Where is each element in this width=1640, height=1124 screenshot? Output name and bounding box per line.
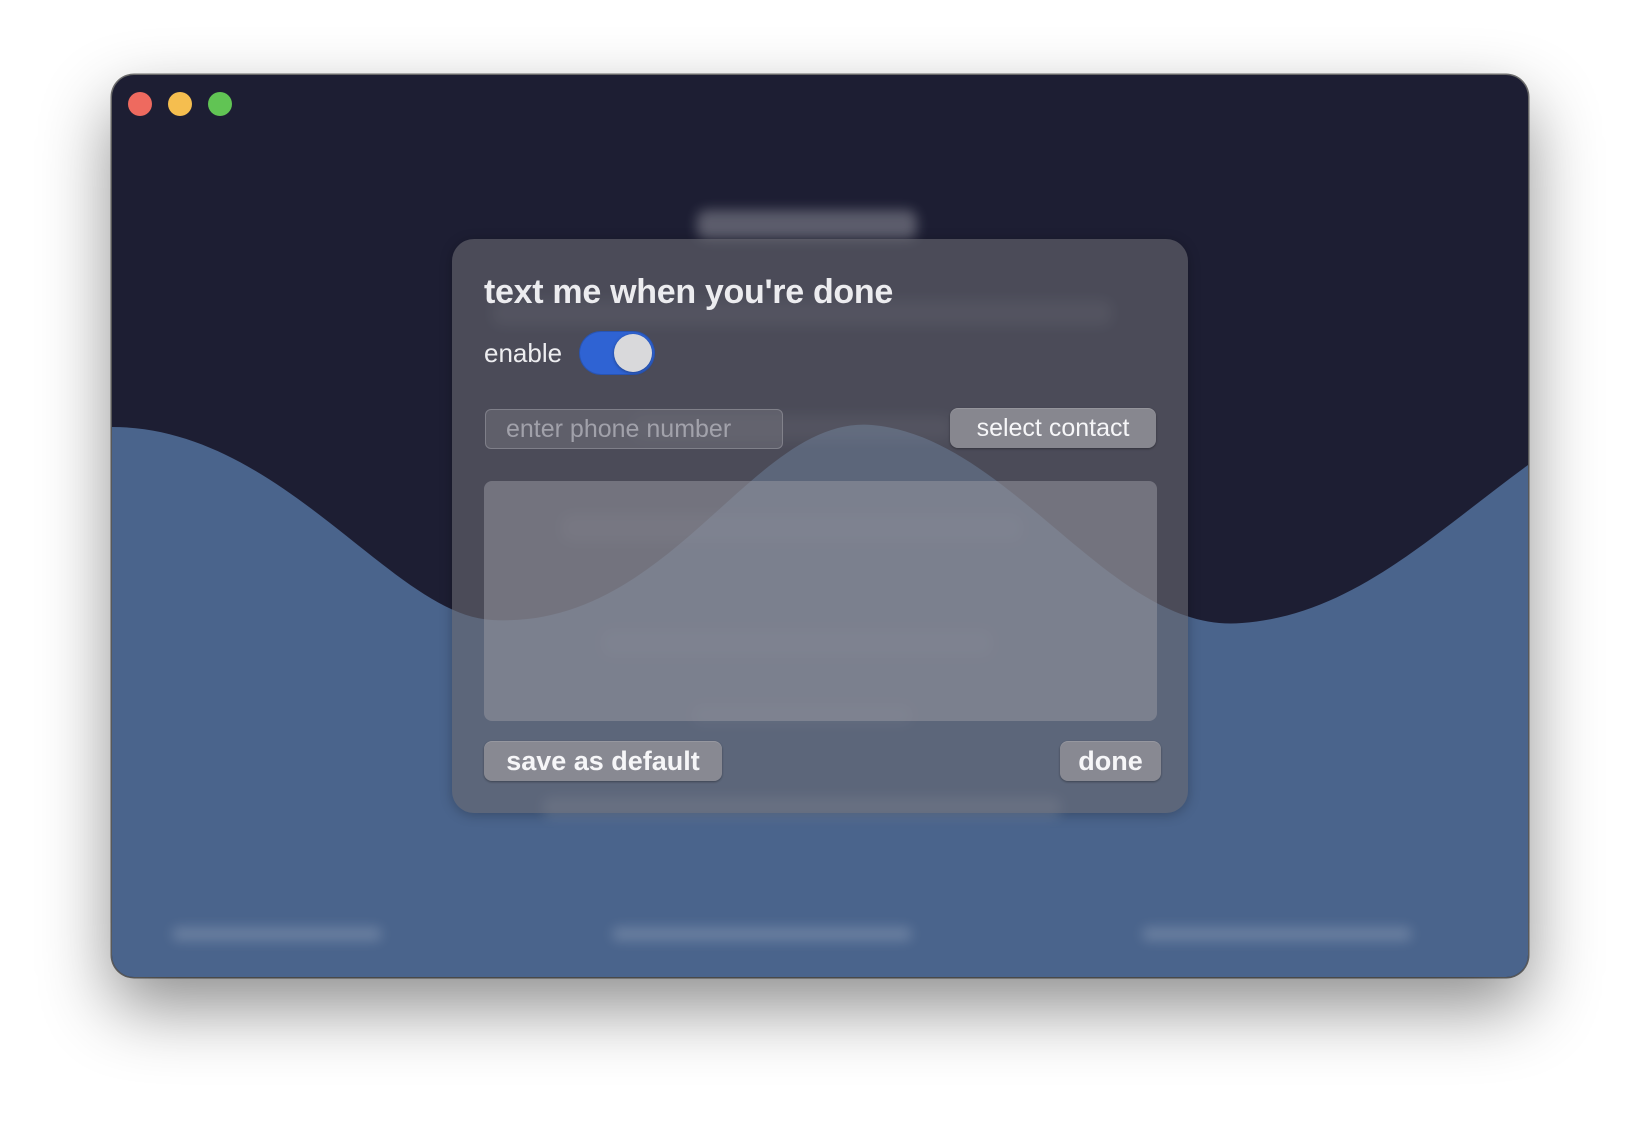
phone-number-input[interactable] bbox=[485, 409, 783, 449]
message-textarea[interactable] bbox=[484, 481, 1157, 721]
window-controls bbox=[128, 92, 232, 116]
enable-label: enable bbox=[484, 337, 563, 368]
enable-row: enable bbox=[484, 331, 656, 375]
done-button[interactable]: done bbox=[1060, 741, 1161, 781]
blurred-background-status bbox=[1142, 927, 1412, 941]
enable-toggle[interactable] bbox=[579, 331, 656, 375]
select-contact-button[interactable]: select contact bbox=[950, 408, 1156, 448]
save-as-default-button[interactable]: save as default bbox=[484, 741, 722, 781]
toggle-knob bbox=[614, 334, 653, 372]
close-window-button[interactable] bbox=[128, 92, 152, 116]
zoom-window-button[interactable] bbox=[208, 92, 232, 116]
blurred-background-title bbox=[697, 210, 917, 240]
blurred-background-status bbox=[172, 927, 382, 941]
app-window: text me when you're done enable select c… bbox=[112, 75, 1528, 977]
dialog-title: text me when you're done bbox=[484, 273, 893, 311]
blurred-background-status bbox=[612, 927, 912, 941]
minimize-window-button[interactable] bbox=[168, 92, 192, 116]
text-me-dialog: text me when you're done enable select c… bbox=[452, 239, 1188, 813]
